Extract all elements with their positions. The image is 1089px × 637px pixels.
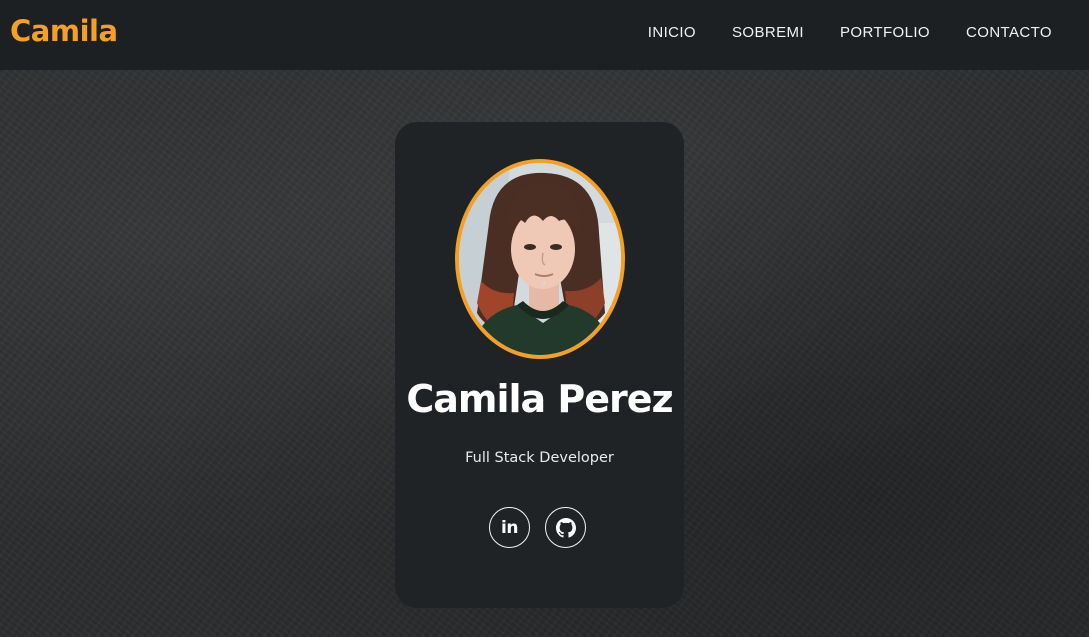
profile-role: Full Stack Developer (465, 450, 614, 466)
main-nav: INICIO SOBREMI PORTFOLIO CONTACTO (648, 24, 1052, 41)
nav-link-contacto[interactable]: CONTACTO (966, 24, 1052, 41)
profile-photo (459, 163, 621, 355)
linkedin-icon: in (501, 517, 518, 538)
avatar (455, 159, 625, 359)
profile-card: Camila Perez Full Stack Developer in (395, 122, 684, 608)
top-navbar: Camila INICIO SOBREMI PORTFOLIO CONTACTO (0, 0, 1089, 70)
profile-name: Camila Perez (406, 377, 673, 421)
nav-link-sobremi[interactable]: SOBREMI (732, 24, 804, 41)
linkedin-button[interactable]: in (489, 507, 530, 548)
nav-link-inicio[interactable]: INICIO (648, 24, 696, 41)
nav-link-portfolio[interactable]: PORTFOLIO (840, 24, 930, 41)
github-button[interactable] (545, 507, 586, 548)
github-icon (555, 517, 576, 538)
brand-logo[interactable]: Camila (10, 14, 118, 48)
social-links: in (489, 507, 586, 548)
